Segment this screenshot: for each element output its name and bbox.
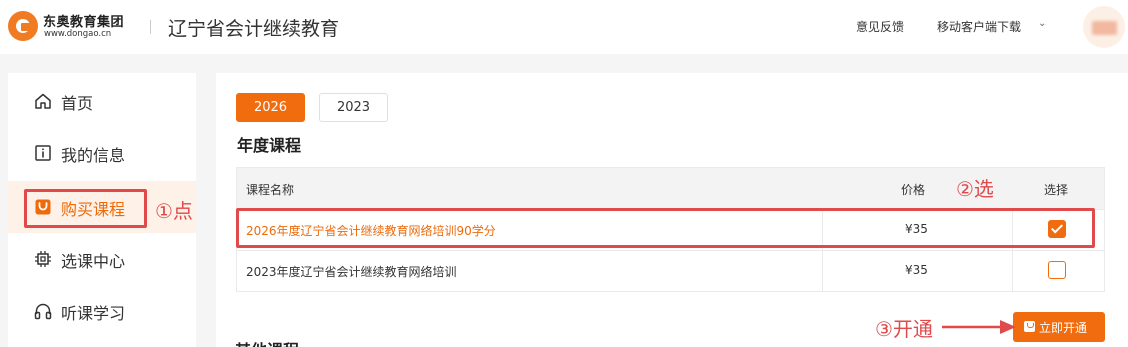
annotation-box-buy-course: [24, 189, 147, 228]
column-header-name: 课程名称: [246, 183, 295, 197]
sidebar-item-study[interactable]: 听课学习: [8, 285, 196, 337]
tab-2026[interactable]: 2026: [236, 93, 305, 122]
open-now-label: 立即开通: [1039, 321, 1088, 335]
annotation-box-selected-row: [236, 208, 1095, 248]
table-row[interactable]: 2023年度辽宁省会计继续教育网络培训 ¥35: [237, 250, 1104, 291]
chevron-down-icon[interactable]: ⌄: [1038, 18, 1046, 29]
sidebar-item-my-info[interactable]: 我的信息: [8, 127, 196, 179]
course-name: 2023年度辽宁省会计继续教育网络培训: [246, 265, 457, 279]
sidebar-item-label: 选课中心: [61, 252, 126, 271]
logo-url: www.dongao.cn: [44, 29, 112, 39]
open-now-button[interactable]: 立即开通: [1013, 312, 1105, 342]
user-avatar[interactable]: [1083, 6, 1125, 48]
sidebar-item-label: 听课学习: [61, 304, 126, 323]
dongao-logo[interactable]: 东奥教育集团 www.dongao.cn: [8, 10, 138, 44]
course-price: ¥35: [905, 263, 928, 277]
sidebar-item-course-center[interactable]: 选课中心: [8, 233, 196, 285]
section-title: 年度课程: [237, 136, 302, 155]
annotation-arrow-icon: [942, 320, 1016, 334]
site-title: 辽宁省会计继续教育: [168, 18, 340, 40]
top-header: 东奥教育集团 www.dongao.cn 辽宁省会计继续教育 意见反馈 移动客户…: [0, 0, 1128, 54]
home-icon: [35, 93, 51, 109]
bag-icon: [1024, 321, 1035, 332]
column-header-select: 选择: [1044, 183, 1069, 197]
column-header-price: 价格: [901, 183, 926, 197]
tab-2023[interactable]: 2023: [319, 93, 388, 122]
logo-brand-name: 东奥教育集团: [43, 15, 125, 30]
logo-mark-icon: [8, 11, 38, 41]
select-checkbox[interactable]: [1048, 261, 1066, 279]
header-divider: [150, 20, 151, 34]
annotation-open: ③开通: [875, 317, 933, 341]
next-section-title: 其他课程: [235, 342, 299, 347]
annotation-select: ②选: [956, 177, 994, 201]
headphones-icon: [34, 303, 52, 320]
feedback-link[interactable]: 意见反馈: [856, 18, 904, 35]
sidebar-item-label: 我的信息: [61, 146, 126, 165]
info-icon: [35, 145, 51, 161]
sidebar-item-home[interactable]: 首页: [8, 75, 196, 127]
mobile-download-link[interactable]: 移动客户端下载: [937, 18, 1021, 35]
annotation-click: ①点: [155, 199, 193, 223]
sidebar-item-label: 首页: [61, 94, 94, 113]
chip-icon: [35, 251, 51, 267]
